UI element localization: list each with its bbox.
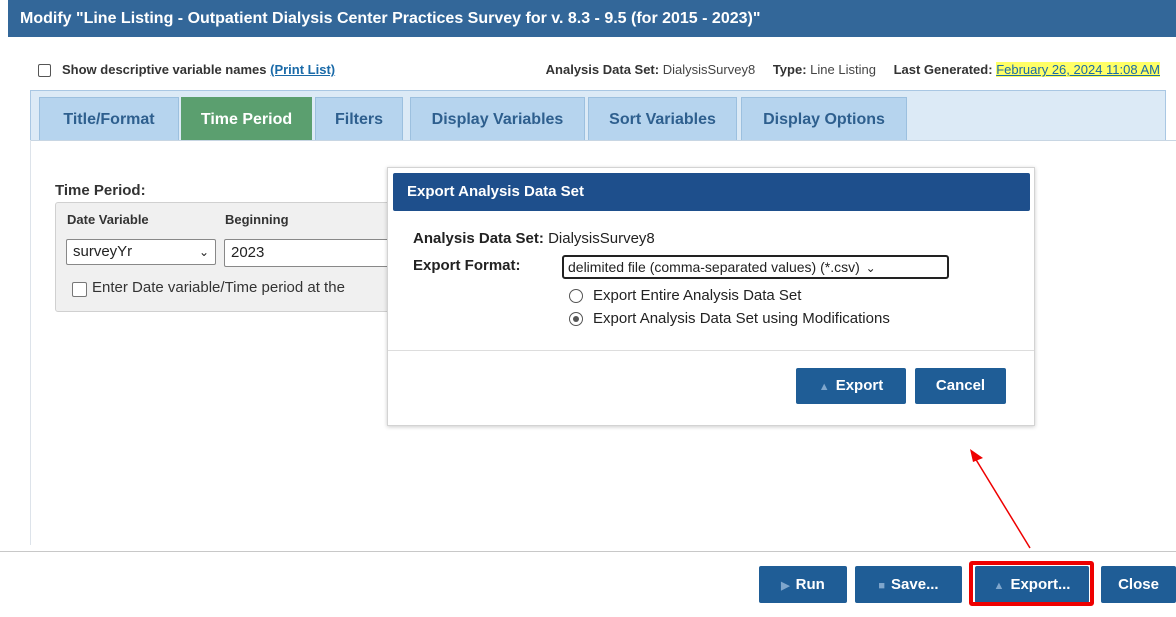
annotation-arrow bbox=[970, 449, 1031, 549]
export-highlight-box bbox=[969, 561, 1094, 606]
close-button[interactable]: Close bbox=[1101, 566, 1176, 603]
run-icon: ▶ bbox=[781, 580, 790, 592]
footer-divider bbox=[0, 551, 1176, 552]
run-button[interactable]: ▶ Run bbox=[759, 566, 847, 603]
save-button[interactable]: ■ Save... bbox=[855, 566, 962, 603]
save-icon: ■ bbox=[878, 580, 886, 592]
run-label: Run bbox=[795, 576, 825, 593]
save-label: Save... bbox=[891, 576, 939, 593]
